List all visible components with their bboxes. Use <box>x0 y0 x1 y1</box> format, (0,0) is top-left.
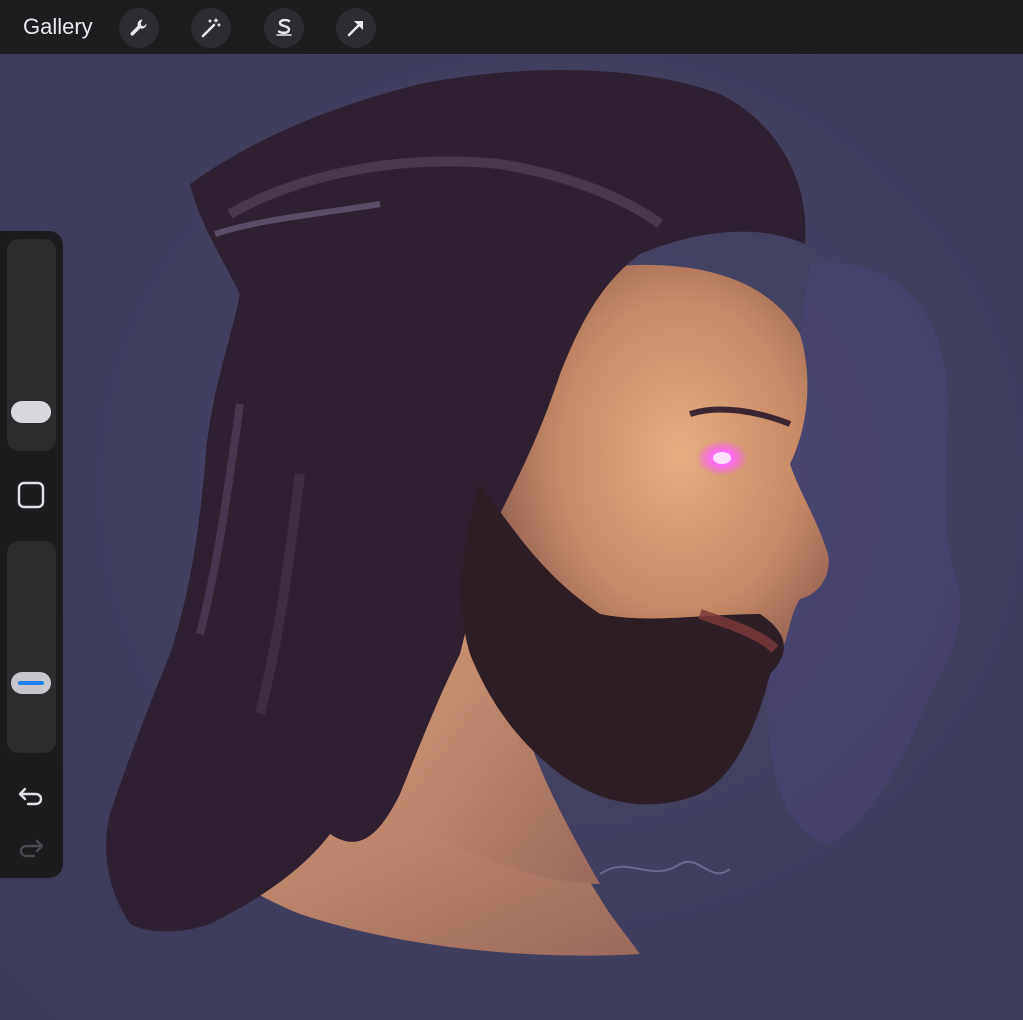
drawing-canvas[interactable] <box>0 54 1023 1020</box>
gallery-button[interactable]: Gallery <box>23 13 93 41</box>
undo-icon <box>18 787 43 806</box>
redo-icon <box>19 839 44 858</box>
selection-s-icon <box>276 18 292 36</box>
undo-button[interactable] <box>16 779 46 809</box>
arrow-cursor-icon <box>347 21 363 37</box>
left-sidebar <box>0 231 63 878</box>
opacity-thumb[interactable] <box>11 672 51 694</box>
square-modify-icon <box>17 481 45 509</box>
wrench-icon <box>130 19 147 36</box>
artwork-portrait <box>106 70 961 956</box>
modify-button[interactable] <box>17 481 45 509</box>
transform-button[interactable] <box>336 8 376 48</box>
opacity-thumb-indicator <box>18 681 44 685</box>
top-toolbar: Gallery <box>0 0 1023 54</box>
adjustments-button[interactable] <box>191 8 231 48</box>
magic-wand-icon <box>201 18 221 38</box>
brush-size-thumb[interactable] <box>11 401 51 423</box>
opacity-slider[interactable] <box>7 541 56 753</box>
redo-button[interactable] <box>16 831 46 861</box>
actions-button[interactable] <box>119 8 159 48</box>
brush-size-slider[interactable] <box>7 239 56 451</box>
selection-button[interactable] <box>264 8 304 48</box>
